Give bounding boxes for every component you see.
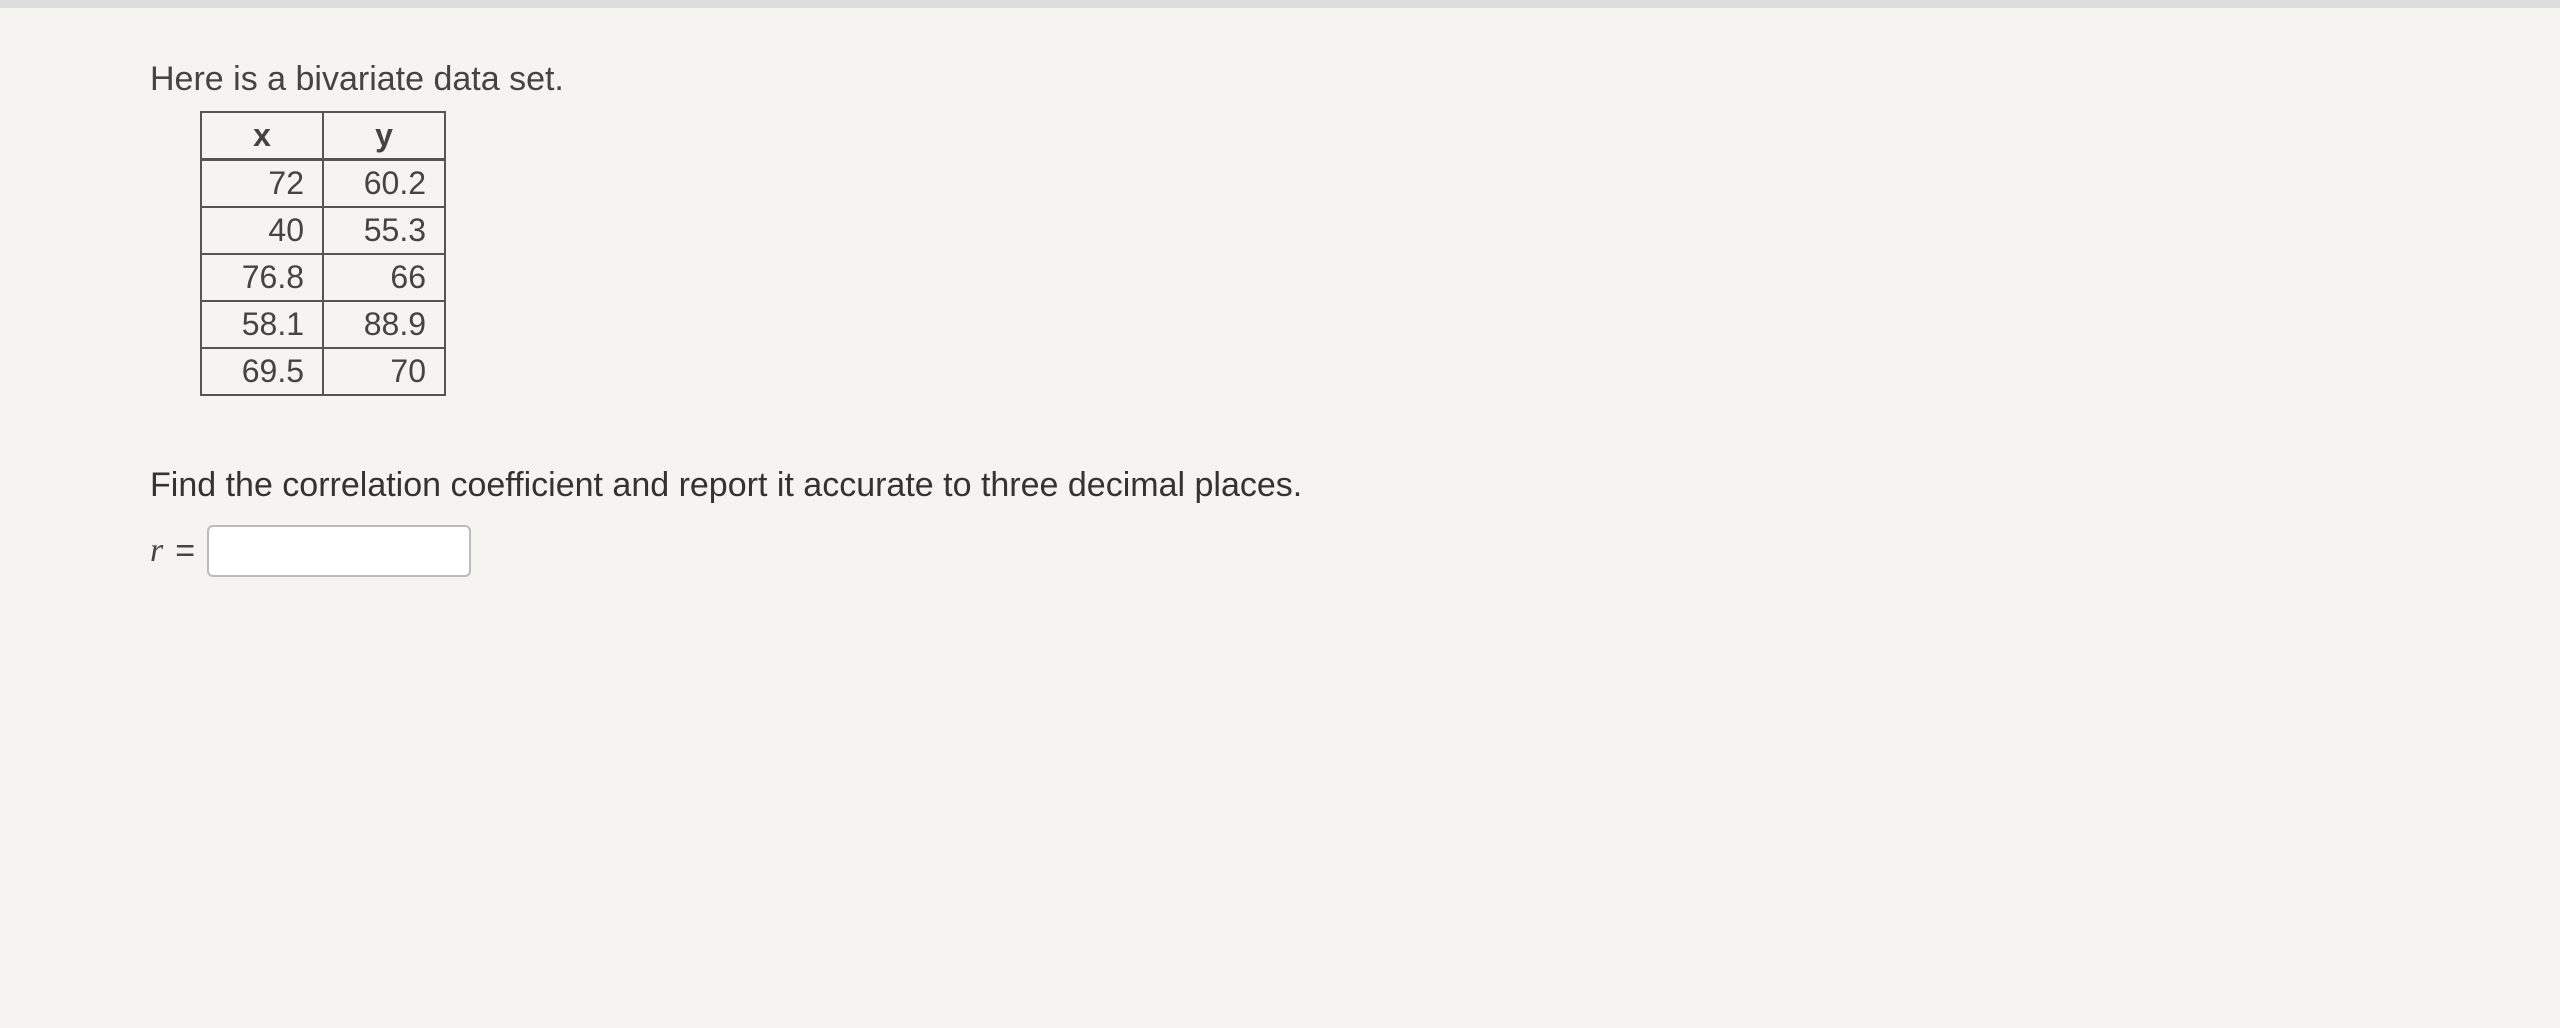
table-row: 40 55.3: [201, 207, 445, 254]
answer-row: r =: [150, 525, 2410, 577]
table-row: 72 60.2: [201, 160, 445, 208]
equals-sign: =: [175, 532, 195, 571]
table-row: 76.8 66: [201, 254, 445, 301]
cell-x: 40: [201, 207, 323, 254]
header-x: x: [201, 112, 323, 160]
cell-y: 66: [323, 254, 445, 301]
cell-y: 70: [323, 348, 445, 395]
cell-y: 88.9: [323, 301, 445, 348]
top-divider: [0, 0, 2560, 8]
table-header-row: x y: [201, 112, 445, 160]
cell-x: 69.5: [201, 348, 323, 395]
intro-text: Here is a bivariate data set.: [150, 60, 2410, 99]
data-table: x y 72 60.2 40 55.3 76.8 66 58.1 88.9 69…: [200, 111, 446, 396]
cell-x: 76.8: [201, 254, 323, 301]
cell-y: 60.2: [323, 160, 445, 208]
question-text: Find the correlation coefficient and rep…: [150, 466, 2410, 505]
r-variable-label: r: [150, 532, 163, 570]
cell-x: 58.1: [201, 301, 323, 348]
table-row: 69.5 70: [201, 348, 445, 395]
cell-x: 72: [201, 160, 323, 208]
correlation-answer-input[interactable]: [207, 525, 471, 577]
header-y: y: [323, 112, 445, 160]
table-row: 58.1 88.9: [201, 301, 445, 348]
cell-y: 55.3: [323, 207, 445, 254]
